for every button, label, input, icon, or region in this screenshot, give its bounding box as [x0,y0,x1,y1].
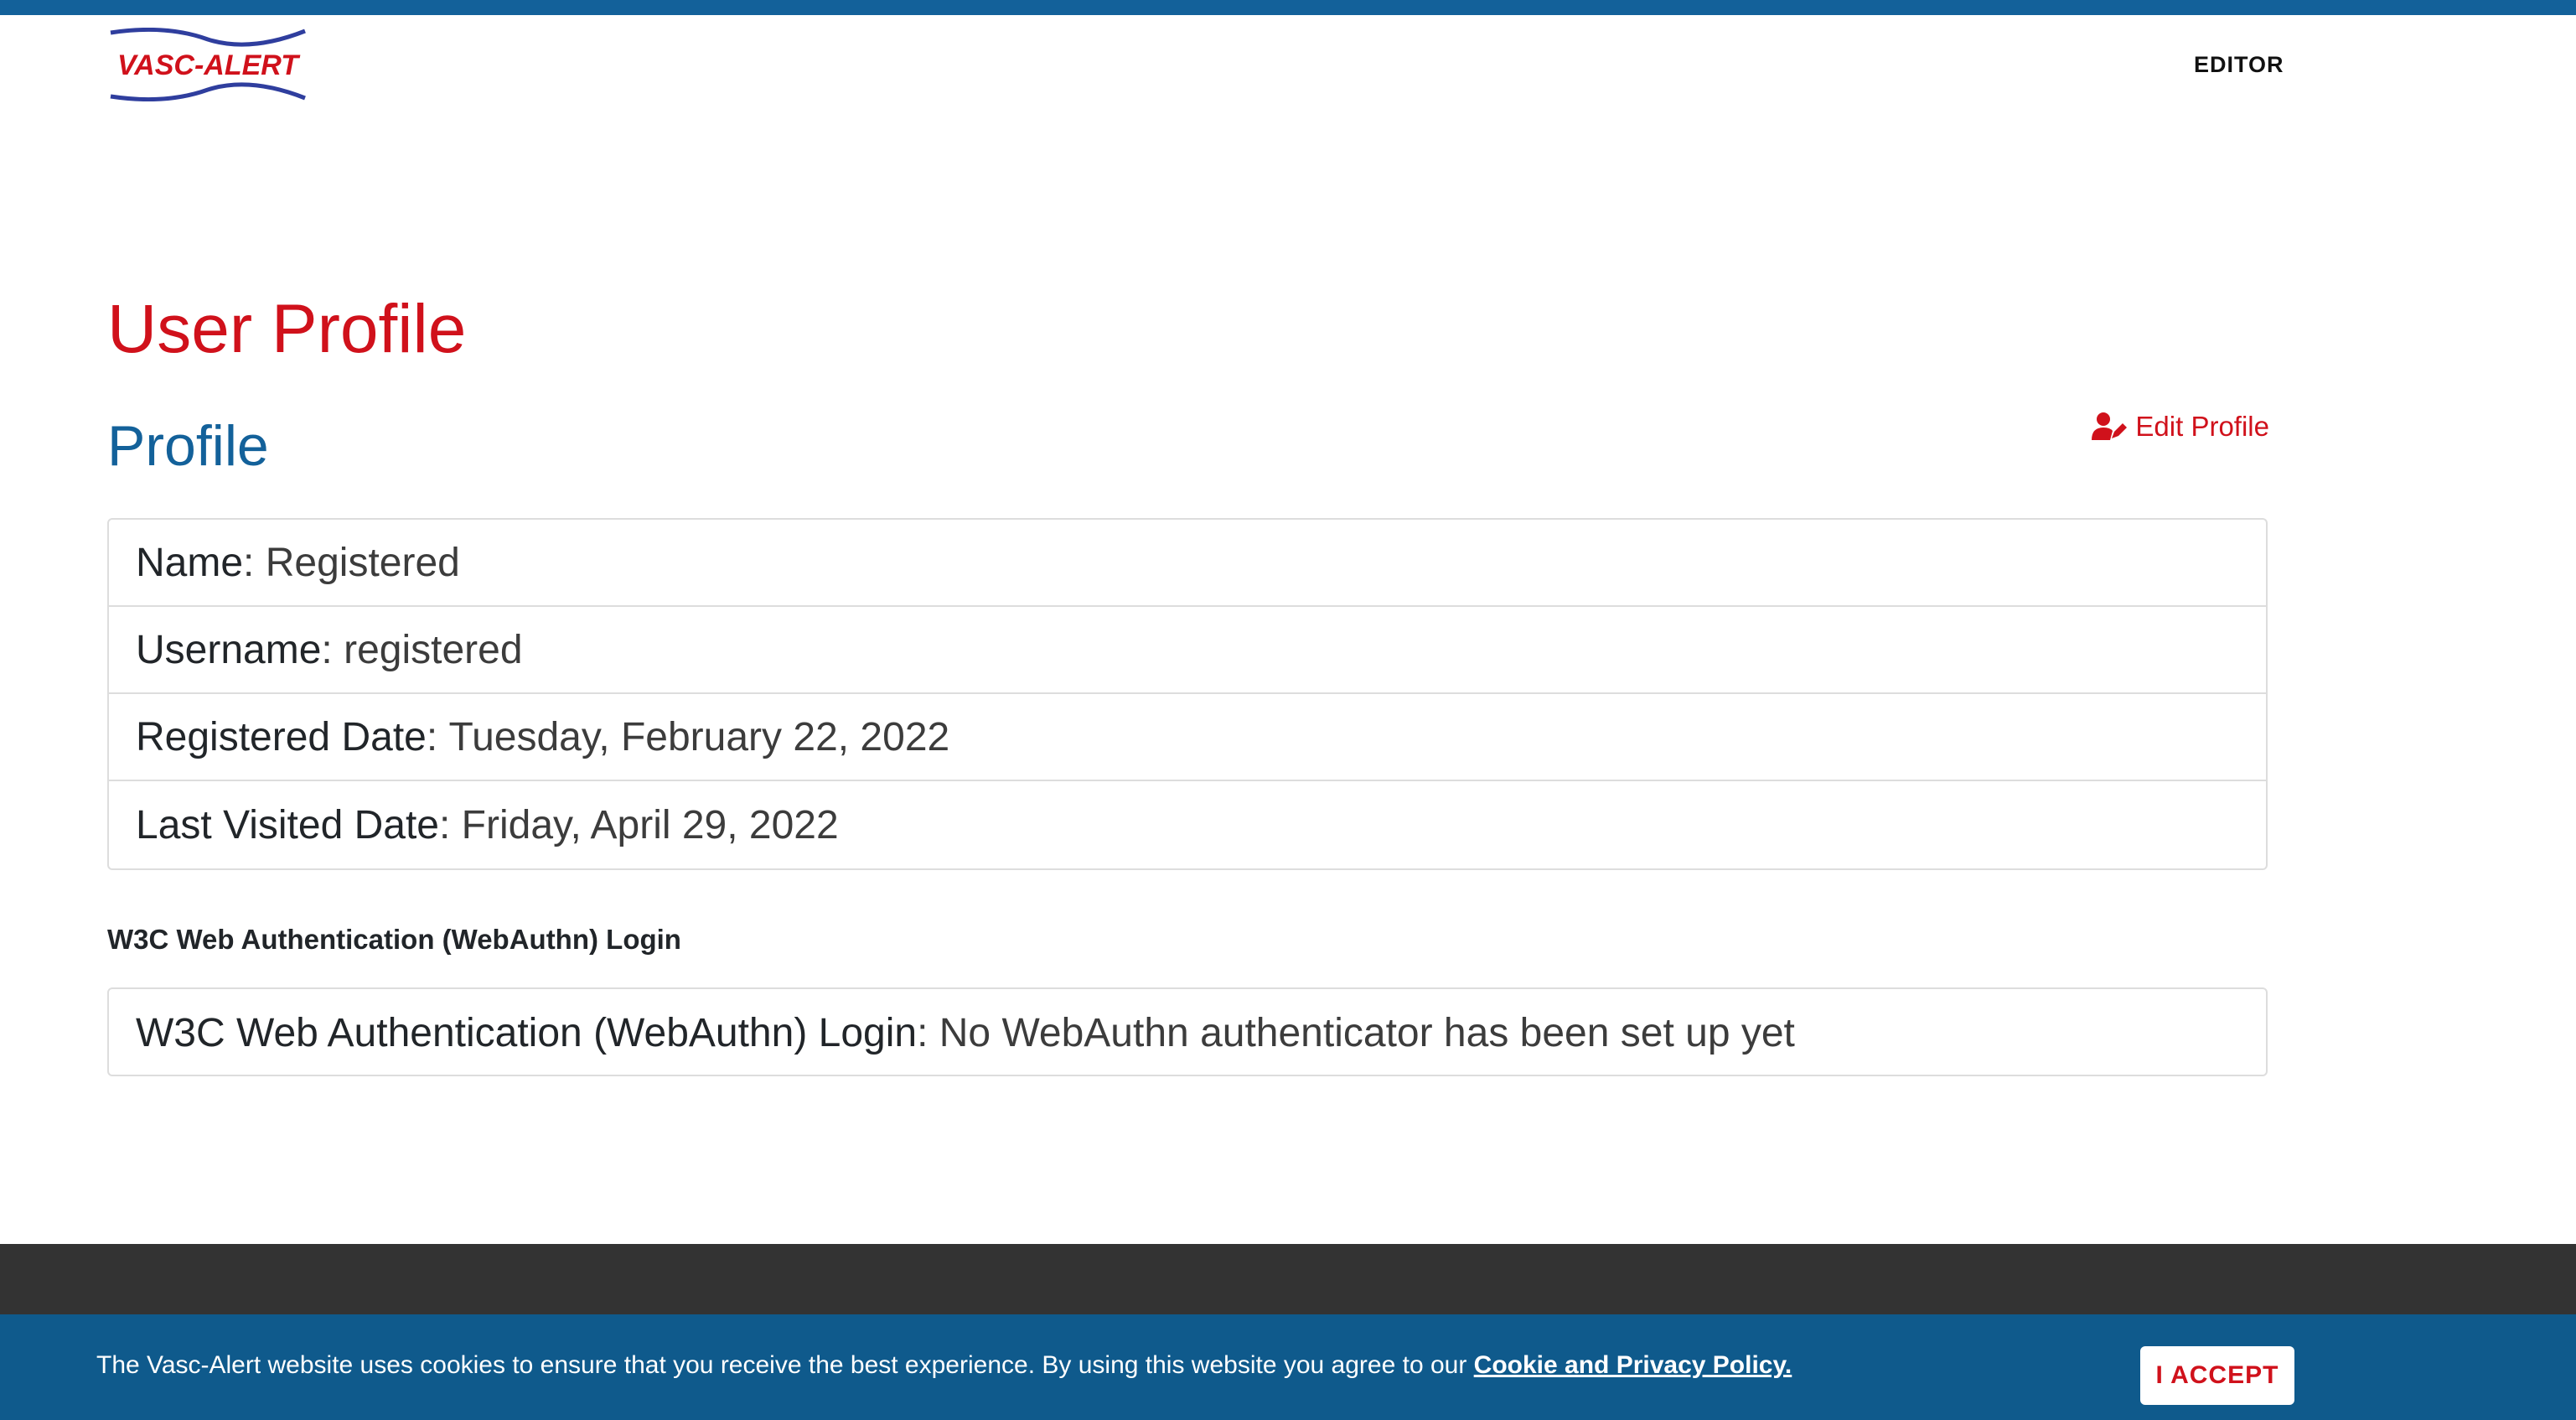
row-label: Name [136,540,244,585]
profile-row-registered-date: Registered Date: Tuesday, February 22, 2… [109,694,2266,781]
row-value: Registered [265,540,460,585]
row-label: Registered Date [136,714,427,759]
top-accent-bar [0,0,2576,15]
edit-profile-label: Edit Profile [2135,411,2269,442]
logo-text: VASC-ALERT [117,49,301,81]
profile-row-last-visited-date: Last Visited Date: Friday, April 29, 202… [136,802,839,847]
cookie-message: The Vasc-Alert website uses cookies to e… [96,1351,1792,1380]
page-title: User Profile [107,291,467,367]
cookie-message-text: The Vasc-Alert website uses cookies to e… [96,1351,1474,1379]
row-value: Tuesday, February 22, 2022 [448,714,950,759]
webauthn-heading: W3C Web Authentication (WebAuthn) Login [107,924,681,955]
webauthn-row: W3C Web Authentication (WebAuthn) Login:… [136,1010,1795,1055]
cookie-banner: The Vasc-Alert website uses cookies to e… [0,1314,2576,1420]
profile-details-list: Name: Registered Username: registered Re… [107,518,2268,870]
row-label: W3C Web Authentication (WebAuthn) Login [136,1010,918,1055]
profile-row-username: Username: registered [109,607,2266,694]
row-value: Friday, April 29, 2022 [461,802,839,847]
accept-cookies-button[interactable]: I ACCEPT [2140,1346,2294,1405]
profile-section-title: Profile [107,414,269,478]
row-value: registered [344,627,523,672]
user-edit-icon [2092,412,2129,442]
webauthn-list: W3C Web Authentication (WebAuthn) Login:… [107,987,2268,1076]
nav-editor-link[interactable]: EDITOR [2194,52,2284,78]
cookie-policy-link[interactable]: Cookie and Privacy Policy. [1474,1351,1792,1379]
vasc-alert-logo[interactable]: VASC-ALERT [107,28,308,101]
row-value: No WebAuthn authenticator has been set u… [939,1010,1795,1055]
edit-profile-link[interactable]: Edit Profile [2092,411,2269,443]
row-label: Username [136,627,322,672]
profile-row-name: Name: Registered [109,520,2266,607]
footer [0,1244,2576,1314]
row-label: Last Visited Date [136,802,439,847]
